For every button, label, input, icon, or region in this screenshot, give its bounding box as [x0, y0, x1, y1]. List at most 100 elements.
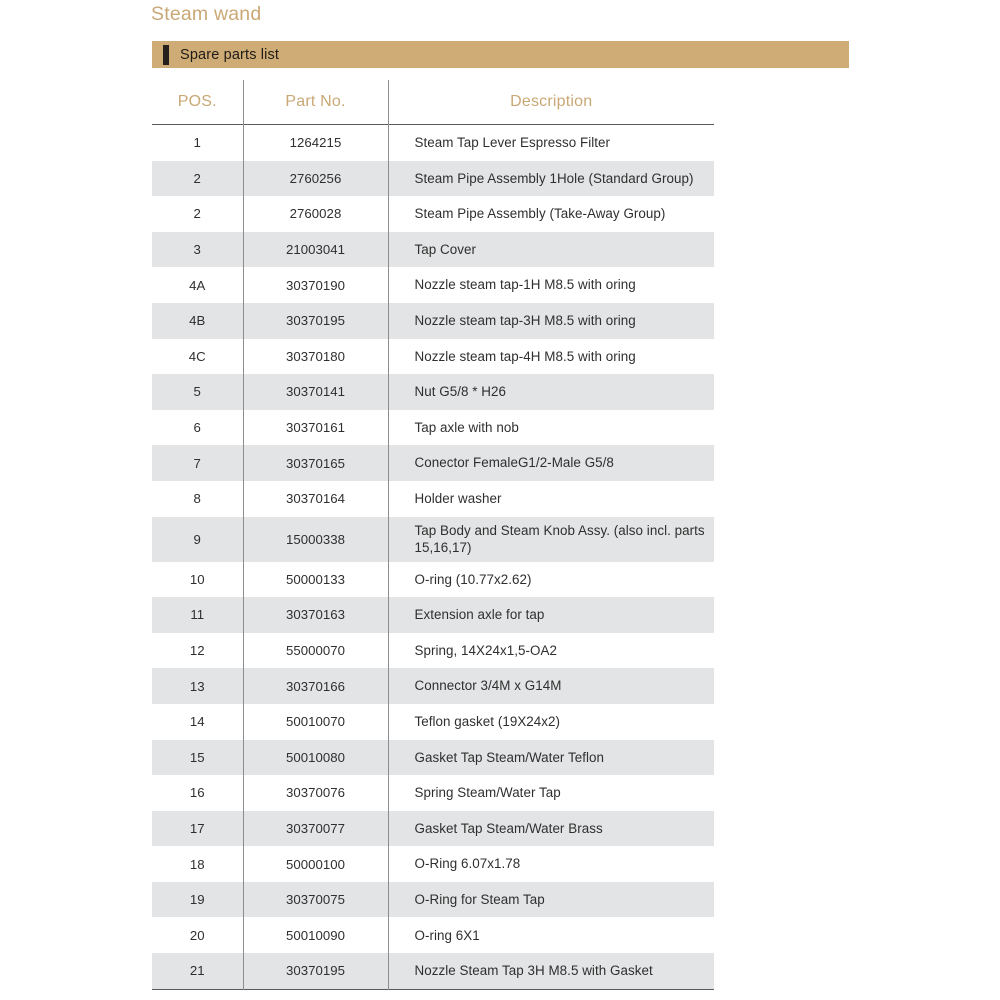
cell-part-no: 15000338	[242, 516, 388, 562]
cell-part-no: 30370141	[242, 374, 388, 410]
description-text: Nozzle steam tap-1H M8.5 with oring	[414, 277, 636, 293]
cell-pos: 14	[189, 714, 205, 730]
cell-description: O-ring 6X1	[387, 917, 714, 954]
description-text: Spring Steam/Water Tap	[414, 785, 561, 801]
cell-part-no: 30370075	[242, 881, 388, 918]
table-row: 13 30370166 Connector 3/4M x G14M	[152, 668, 714, 704]
cell-description: Nut G5/8 * H26	[387, 374, 714, 410]
cell-description: Tap Body and Steam Knob Assy. (also incl…	[387, 516, 714, 562]
table-row: 8 30370164 Holder washer	[152, 480, 714, 517]
cell-description: Gasket Tap Steam/Water Teflon	[387, 739, 714, 776]
column-header-part-no: Part No.	[242, 80, 388, 125]
cell-pos: 6	[193, 420, 201, 436]
cell-pos: 9	[152, 516, 243, 562]
cell-description: Conector FemaleG1/2-Male G5/8	[387, 445, 714, 481]
table-row: 4B 30370195 Nozzle steam tap-3H M8.5 with …	[152, 302, 714, 339]
description-text: Tap Body and Steam Knob Assy. (also incl…	[414, 522, 705, 556]
cell-pos: 15	[152, 739, 243, 776]
cell-part-no: 50000100	[242, 846, 388, 882]
cell-pos: 7	[152, 445, 243, 481]
cell-part-no: 2760256	[242, 160, 388, 197]
cell-pos: 1	[193, 135, 201, 151]
table-row: 12 55000070 Spring, 14X24x1,5-OA2	[152, 632, 714, 669]
table-row: 16 30370076 Spring Steam/Water Tap	[152, 775, 714, 811]
cell-part-no: 50000133	[242, 561, 388, 598]
cell-pos: 17	[152, 810, 243, 847]
table-body: 1 1264215 Steam Tap Lever Espresso Filter 2…	[152, 124, 714, 990]
cell-part-no: 1264215	[242, 124, 388, 161]
table-row: 14 50010070 Teflon gasket (19X24x2)	[152, 703, 714, 740]
table-header-row: POS. Part No. Description	[152, 80, 714, 125]
table-row: 5 30370141 Nut G5/8 * H26	[152, 374, 714, 410]
cell-part-no: 30370166	[242, 668, 388, 704]
description-text: O-Ring for Steam Tap	[414, 891, 545, 907]
section-banner-label: Spare parts list	[180, 46, 280, 63]
table-row: 21 30370195 Nozzle Steam Tap 3H M8.5 with …	[152, 953, 714, 990]
cell-description: Nozzle steam tap-1H M8.5 with oring	[387, 267, 714, 303]
table-row: 2 2760028 Steam Pipe Assembly (Take-Away G…	[152, 196, 714, 232]
description-text: Conector FemaleG1/2-Male G5/8	[414, 455, 614, 471]
spare-parts-table-container: POS. Part No. Description 1 1264215 Steam …	[152, 80, 714, 990]
cell-pos: 13	[152, 668, 243, 704]
cell-description: O-Ring 6.07x1.78	[387, 846, 714, 882]
cell-description: Steam Pipe Assembly (Take-Away Group)	[387, 196, 714, 232]
cell-part-no: 21003041	[242, 231, 388, 268]
description-text: Steam Tap Lever Espresso Filter	[414, 135, 611, 151]
description-text: Steam Pipe Assembly (Take-Away Group)	[414, 206, 666, 222]
table-row: 7 30370165 Conector FemaleG1/2-Male G5/8	[152, 445, 714, 481]
table-row: 10 50000133 O-ring (10.77x2.62)	[152, 561, 714, 598]
section-banner: Spare parts list	[152, 41, 849, 68]
cell-pos: 18	[189, 856, 205, 872]
cell-description: Tap axle with nob	[387, 409, 714, 446]
table-row: 4C 30370180 Nozzle steam tap-4H M8.5 with …	[152, 338, 714, 375]
cell-pos: 4C	[188, 348, 206, 364]
description-text: Steam Pipe Assembly 1Hole (Standard Grou…	[414, 170, 694, 186]
table-row: 3 21003041 Tap Cover	[152, 231, 714, 268]
cell-pos: 2	[152, 160, 243, 197]
cell-part-no: 50010070	[242, 703, 388, 740]
cell-description: O-ring (10.77x2.62)	[387, 561, 714, 598]
description-text: Nozzle steam tap-4H M8.5 with oring	[414, 348, 636, 364]
description-text: Spring, 14X24x1,5-OA2	[414, 642, 557, 658]
cell-pos: 5	[152, 374, 243, 410]
cell-description: Spring, 14X24x1,5-OA2	[387, 632, 714, 669]
table-row: 4A 30370190 Nozzle steam tap-1H M8.5 with …	[152, 267, 714, 303]
cell-part-no: 30370077	[242, 810, 388, 847]
column-header-description: Description	[387, 80, 714, 125]
cell-description: Teflon gasket (19X24x2)	[387, 703, 714, 740]
description-text: O-ring 6X1	[414, 927, 480, 943]
cell-pos: 10	[189, 571, 205, 587]
cell-description: Gasket Tap Steam/Water Brass	[387, 810, 714, 847]
cell-part-no: 55000070	[242, 632, 388, 669]
page-title: Steam wand	[151, 3, 262, 25]
table-row: 2 2760256 Steam Pipe Assembly 1Hole (Stand…	[152, 160, 714, 197]
cell-description: Holder washer	[387, 480, 714, 517]
cell-description: Extension axle for tap	[387, 597, 714, 633]
banner-accent-mark	[163, 44, 169, 65]
description-text: Nut G5/8 * H26	[414, 384, 507, 400]
column-header-pos: POS.	[152, 80, 243, 125]
table-row: 18 50000100 O-Ring 6.07x1.78	[152, 846, 714, 882]
cell-part-no: 2760028	[242, 196, 388, 232]
description-text: Connector 3/4M x G14M	[414, 678, 562, 694]
cell-pos: 3	[152, 231, 243, 268]
description-text: Extension axle for tap	[414, 607, 545, 623]
cell-pos: 2	[193, 206, 201, 222]
cell-part-no: 50010090	[242, 917, 388, 954]
cell-description: Connector 3/4M x G14M	[387, 668, 714, 704]
description-text: O-ring (10.77x2.62)	[414, 571, 532, 587]
cell-pos: 11	[152, 597, 243, 633]
description-text: Tap Cover	[414, 241, 476, 257]
table-row: 19 30370075 O-Ring for Steam Tap	[152, 881, 714, 918]
cell-description: Steam Pipe Assembly 1Hole (Standard Grou…	[387, 160, 714, 197]
description-text: Nozzle steam tap-3H M8.5 with oring	[414, 313, 636, 329]
table-header: POS. Part No. Description	[152, 80, 714, 125]
cell-description: Nozzle steam tap-3H M8.5 with oring	[387, 302, 714, 339]
description-text: Nozzle Steam Tap 3H M8.5 with Gasket	[414, 963, 653, 979]
cell-part-no: 30370190	[242, 267, 388, 303]
cell-pos: 16	[189, 785, 205, 801]
cell-part-no: 30370195	[242, 953, 388, 990]
cell-part-no: 30370076	[242, 775, 388, 811]
description-text: Gasket Tap Steam/Water Brass	[414, 820, 603, 836]
cell-part-no: 30370180	[242, 338, 388, 375]
